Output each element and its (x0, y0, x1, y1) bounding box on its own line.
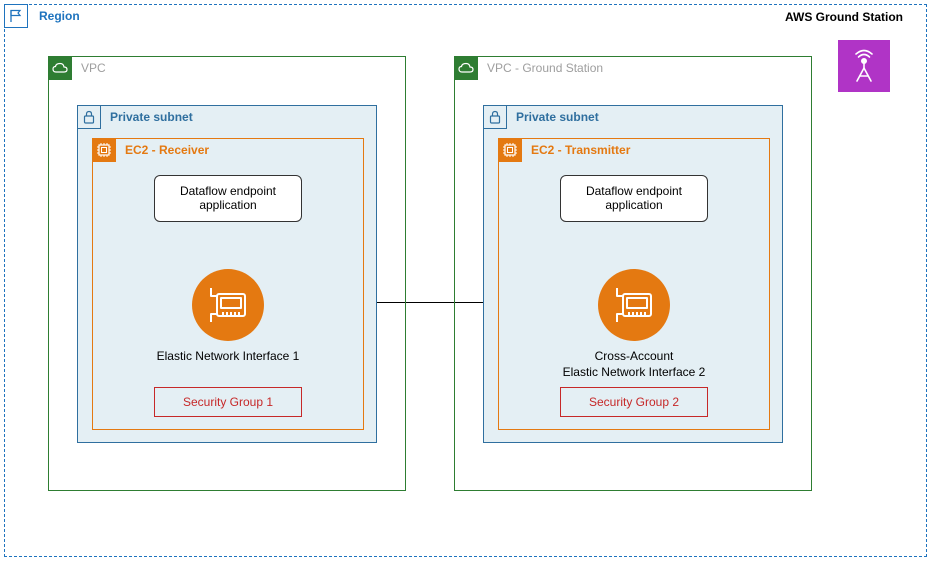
security-group-box: Security Group 2 (560, 387, 708, 417)
ec2-receiver: EC2 - Receiver Dataflow endpoint applica… (92, 138, 364, 430)
nic-icon (611, 286, 657, 324)
ec2-label: EC2 - Receiver (125, 143, 209, 157)
region-icon (4, 4, 28, 28)
vpc-ground-station: VPC - Ground Station Private subnet (454, 56, 812, 491)
ec2-label: EC2 - Transmitter (531, 143, 630, 157)
cloud-icon (52, 62, 68, 74)
chip-icon (96, 142, 112, 158)
chip-icon (502, 142, 518, 158)
private-subnet-receiver: Private subnet EC2 - Receiver Dataflow e… (77, 105, 377, 443)
lock-icon (489, 110, 501, 124)
subnet-label: Private subnet (110, 110, 193, 124)
security-group-box: Security Group 1 (154, 387, 302, 417)
eni-label-line2: Elastic Network Interface 2 (563, 365, 706, 379)
vpc-icon (454, 56, 478, 80)
cloud-icon (458, 62, 474, 74)
ec2-transmitter: EC2 - Transmitter Dataflow endpoint appl… (498, 138, 770, 430)
eni-icon (598, 269, 670, 341)
eni-label: Elastic Network Interface 1 (93, 349, 363, 365)
vpc-label: VPC (81, 61, 106, 75)
antenna-icon (846, 48, 882, 84)
subnet-icon (483, 105, 507, 129)
lock-icon (83, 110, 95, 124)
region-label: Region (39, 9, 80, 23)
vpc-label: VPC - Ground Station (487, 61, 603, 75)
eni-icon (192, 269, 264, 341)
subnet-label: Private subnet (516, 110, 599, 124)
ground-station-icon (838, 40, 890, 92)
eni-label-line1: Cross-Account (595, 349, 674, 363)
eni-label-text: Elastic Network Interface 1 (157, 349, 300, 363)
private-subnet-transmitter: Private subnet EC2 - Transmitter Dataflo… (483, 105, 783, 443)
subnet-icon (77, 105, 101, 129)
flag-icon (9, 9, 23, 23)
ec2-icon (498, 138, 522, 162)
ec2-icon (92, 138, 116, 162)
dataflow-endpoint-box: Dataflow endpoint application (154, 175, 302, 222)
eni-label: Cross-Account Elastic Network Interface … (499, 349, 769, 380)
ground-station-label: AWS Ground Station (764, 10, 924, 24)
vpc-icon (48, 56, 72, 80)
nic-icon (205, 286, 251, 324)
dataflow-endpoint-box: Dataflow endpoint application (560, 175, 708, 222)
vpc-receiver: VPC Private subnet (48, 56, 406, 491)
